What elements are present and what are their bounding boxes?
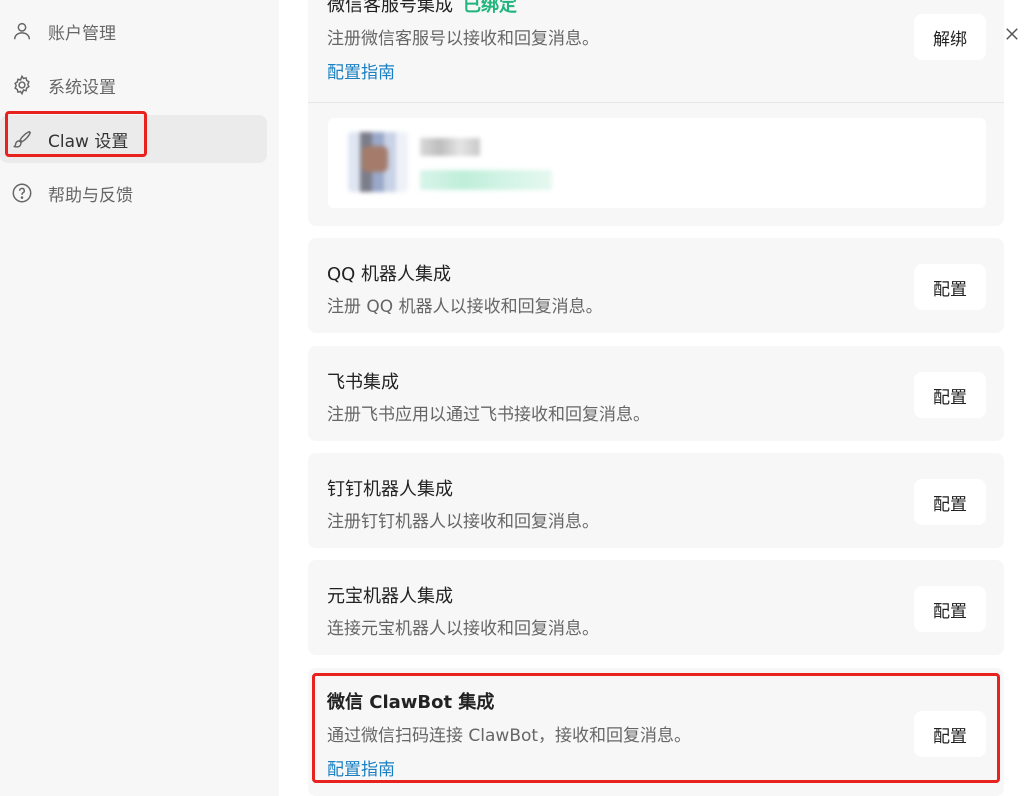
user-icon [10, 19, 34, 43]
yuanbao-bot-card: 元宝机器人集成 连接元宝机器人以接收和回复消息。 配置 [308, 560, 1004, 655]
configure-button[interactable]: 配置 [914, 264, 986, 310]
card-description: 注册飞书应用以通过飞书接收和回复消息。 [327, 405, 650, 425]
configure-button[interactable]: 配置 [914, 711, 986, 757]
card-title: 微信 ClawBot 集成 [327, 692, 495, 713]
dingtalk-bot-card: 钉钉机器人集成 注册钉钉机器人以接收和回复消息。 配置 [308, 453, 1004, 548]
configure-button[interactable]: 配置 [914, 586, 986, 632]
sidebar-item-account[interactable]: 账户管理 [0, 7, 267, 55]
card-title-text: 微信客服号集成 [327, 0, 453, 16]
card-title: QQ 机器人集成 [327, 264, 452, 285]
status-badge: 已绑定 [463, 0, 517, 16]
unbind-button[interactable]: 解绑 [914, 14, 986, 60]
gear-icon [10, 73, 34, 97]
sidebar-item-label: 系统设置 [48, 77, 116, 98]
card-title: 飞书集成 [327, 372, 399, 393]
card-title: 钉钉机器人集成 [327, 479, 453, 500]
card-description: 连接元宝机器人以接收和回复消息。 [327, 619, 599, 639]
card-description: 注册钉钉机器人以接收和回复消息。 [327, 512, 599, 532]
card-description: 注册微信客服号以接收和回复消息。 [327, 29, 599, 49]
config-guide-link[interactable]: 配置指南 [327, 755, 395, 780]
sidebar-item-label: 账户管理 [48, 23, 116, 44]
card-description: 通过微信扫码连接 ClawBot，接收和回复消息。 [327, 726, 692, 746]
settings-window: 账户管理 系统设置 Claw 设置 帮助与反馈 微信客服号集成 已绑定 注册微信… [0, 0, 1032, 796]
sidebar-item-label: Claw 设置 [48, 131, 129, 152]
brush-icon [10, 127, 34, 151]
feishu-card: 飞书集成 注册飞书应用以通过飞书接收和回复消息。 配置 [308, 346, 1004, 441]
close-icon [1006, 28, 1018, 40]
card-title: 元宝机器人集成 [327, 586, 453, 607]
configure-button[interactable]: 配置 [914, 479, 986, 525]
card-title: 微信客服号集成 已绑定 [327, 0, 517, 17]
nickname-redacted [420, 138, 480, 156]
card-description: 注册 QQ 机器人以接收和回复消息。 [327, 297, 603, 317]
help-icon [10, 181, 34, 205]
sidebar-item-system[interactable]: 系统设置 [0, 61, 267, 109]
bound-account-panel [328, 118, 986, 208]
sidebar-item-claw[interactable]: Claw 设置 [0, 115, 267, 163]
configure-button[interactable]: 配置 [914, 372, 986, 418]
sidebar-item-help[interactable]: 帮助与反馈 [0, 169, 267, 217]
config-guide-link[interactable]: 配置指南 [327, 58, 395, 83]
avatar [348, 132, 408, 192]
wechat-clawbot-card: 微信 ClawBot 集成 通过微信扫码连接 ClawBot，接收和回复消息。 … [308, 668, 1004, 796]
sidebar-item-label: 帮助与反馈 [48, 185, 133, 206]
qq-bot-card: QQ 机器人集成 注册 QQ 机器人以接收和回复消息。 配置 [308, 238, 1004, 333]
sidebar: 账户管理 系统设置 Claw 设置 帮助与反馈 [0, 0, 279, 796]
divider [308, 102, 1004, 103]
account-id-redacted [420, 170, 552, 190]
